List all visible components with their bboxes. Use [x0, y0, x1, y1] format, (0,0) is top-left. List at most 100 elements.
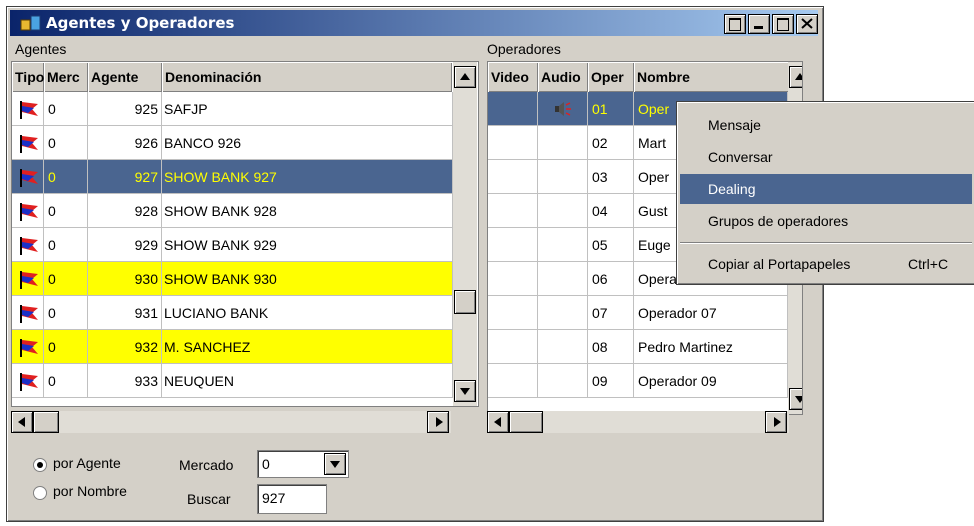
close-button[interactable]: [796, 14, 818, 34]
table-row[interactable]: 0 932 M. SANCHEZ: [12, 330, 453, 364]
maximize-button[interactable]: [772, 14, 794, 34]
tipo-cell: [12, 296, 44, 330]
agentes-grid[interactable]: Tipo Merc Agente Denominación 0 925 SAFJP 0…: [11, 61, 479, 407]
table-row[interactable]: 0 933 NEUQUEN: [12, 364, 453, 398]
table-row[interactable]: 0 931 LUCIANO BANK: [12, 296, 453, 330]
menu-item-grupos-de-operadores[interactable]: Grupos de operadores: [680, 206, 972, 236]
col-header-audio[interactable]: Audio: [538, 62, 588, 92]
video-cell: [488, 364, 538, 398]
col-header-video[interactable]: Video: [488, 62, 538, 92]
mercado-select[interactable]: 0: [257, 450, 349, 478]
agente-cell: 929: [88, 228, 162, 262]
denominacion-cell: SHOW BANK 930: [162, 262, 453, 296]
oper-cell: 06: [588, 262, 634, 296]
radio-por-agente[interactable]: [33, 458, 47, 472]
mercado-value: 0: [262, 456, 270, 472]
menu-item-conversar[interactable]: Conversar: [680, 142, 972, 172]
col-header-agente[interactable]: Agente: [88, 62, 162, 92]
agentes-vscroll[interactable]: [453, 62, 477, 406]
mercado-label: Mercado: [179, 457, 234, 473]
radio-por-agente-label[interactable]: por Agente: [53, 455, 121, 471]
denominacion-cell: SHOW BANK 929: [162, 228, 453, 262]
scroll-right-button[interactable]: [765, 411, 787, 433]
app-icon: [20, 15, 41, 31]
tipo-cell: [12, 160, 44, 194]
close-icon: [801, 18, 813, 29]
table-row[interactable]: 0 927 SHOW BANK 927: [12, 160, 453, 194]
oper-cell: 03: [588, 160, 634, 194]
col-header-oper[interactable]: Oper: [588, 62, 634, 92]
agentes-hscroll[interactable]: [11, 411, 451, 433]
buscar-input[interactable]: 927: [257, 484, 327, 514]
arrow-left-icon: [18, 417, 25, 427]
table-row[interactable]: 0 928 SHOW BANK 928: [12, 194, 453, 228]
table-row[interactable]: 0 925 SAFJP: [12, 92, 453, 126]
denominacion-cell: SHOW BANK 928: [162, 194, 453, 228]
agent-flag-icon: [20, 373, 38, 391]
col-header-merc[interactable]: Merc: [44, 62, 88, 92]
agent-flag-icon: [20, 271, 38, 289]
oper-cell: 01: [588, 92, 634, 126]
agent-flag-icon: [20, 135, 38, 153]
denominacion-cell: SHOW BANK 927: [162, 160, 453, 194]
table-row[interactable]: 07 Operador 07: [488, 296, 788, 330]
nombre-cell: Operador 07: [634, 296, 788, 330]
col-header-tipo[interactable]: Tipo: [12, 62, 44, 92]
table-row[interactable]: 0 926 BANCO 926: [12, 126, 453, 160]
agente-cell: 927: [88, 160, 162, 194]
audio-cell: [538, 330, 588, 364]
video-cell: [488, 228, 538, 262]
menu-item-mensaje[interactable]: Mensaje: [680, 110, 972, 140]
agente-cell: 931: [88, 296, 162, 330]
col-header-nombre[interactable]: Nombre: [634, 62, 790, 92]
agent-flag-icon: [20, 237, 38, 255]
arrow-right-icon: [774, 417, 781, 427]
chevron-down-icon: [330, 461, 340, 468]
radio-por-nombre[interactable]: [33, 486, 47, 500]
oper-cell: 02: [588, 126, 634, 160]
scroll-right-button[interactable]: [427, 411, 449, 433]
arrow-up-icon: [460, 73, 470, 80]
scroll-up-button[interactable]: [789, 66, 802, 88]
menu-item-dealing[interactable]: Dealing: [680, 174, 972, 204]
operadores-hscroll[interactable]: [487, 411, 789, 433]
minimize-button[interactable]: [748, 14, 770, 34]
window-title: Agentes y Operadores: [46, 14, 235, 32]
audio-cell: [538, 262, 588, 296]
agente-cell: 933: [88, 364, 162, 398]
scroll-down-button[interactable]: [789, 388, 802, 410]
audio-cell: [538, 92, 588, 126]
audio-cell: [538, 194, 588, 228]
col-header-denominacion[interactable]: Denominación: [162, 62, 452, 92]
scroll-left-button[interactable]: [11, 411, 33, 433]
agentes-section-label: Agentes: [15, 41, 67, 57]
scroll-down-button[interactable]: [454, 380, 476, 402]
scroll-left-button[interactable]: [487, 411, 509, 433]
menu-item-label: Conversar: [708, 149, 773, 165]
tipo-cell: [12, 194, 44, 228]
tipo-cell: [12, 262, 44, 296]
title-bar[interactable]: Agentes y Operadores: [10, 10, 818, 36]
radio-por-nombre-label[interactable]: por Nombre: [53, 483, 127, 499]
video-cell: [488, 330, 538, 364]
table-row[interactable]: 09 Operador 09: [488, 364, 788, 398]
agente-cell: 932: [88, 330, 162, 364]
agente-cell: 930: [88, 262, 162, 296]
hscroll-thumb[interactable]: [509, 411, 543, 433]
maximize-icon: [777, 18, 789, 31]
mercado-dropdown-button[interactable]: [324, 453, 346, 475]
scroll-up-button[interactable]: [454, 66, 476, 88]
table-row[interactable]: 0 929 SHOW BANK 929: [12, 228, 453, 262]
table-row[interactable]: 08 Pedro Martinez: [488, 330, 788, 364]
table-row[interactable]: 0 930 SHOW BANK 930: [12, 262, 453, 296]
restore-button[interactable]: [724, 14, 746, 34]
hscroll-thumb[interactable]: [33, 411, 59, 433]
tipo-cell: [12, 228, 44, 262]
tipo-cell: [12, 330, 44, 364]
scroll-thumb[interactable]: [454, 290, 476, 314]
audio-cell: [538, 228, 588, 262]
menu-item-copiar-al-portapapeles[interactable]: Copiar al Portapapeles Ctrl+C: [680, 249, 972, 279]
buscar-label: Buscar: [187, 491, 231, 507]
arrow-left-icon: [494, 417, 501, 427]
merc-cell: 0: [44, 330, 88, 364]
